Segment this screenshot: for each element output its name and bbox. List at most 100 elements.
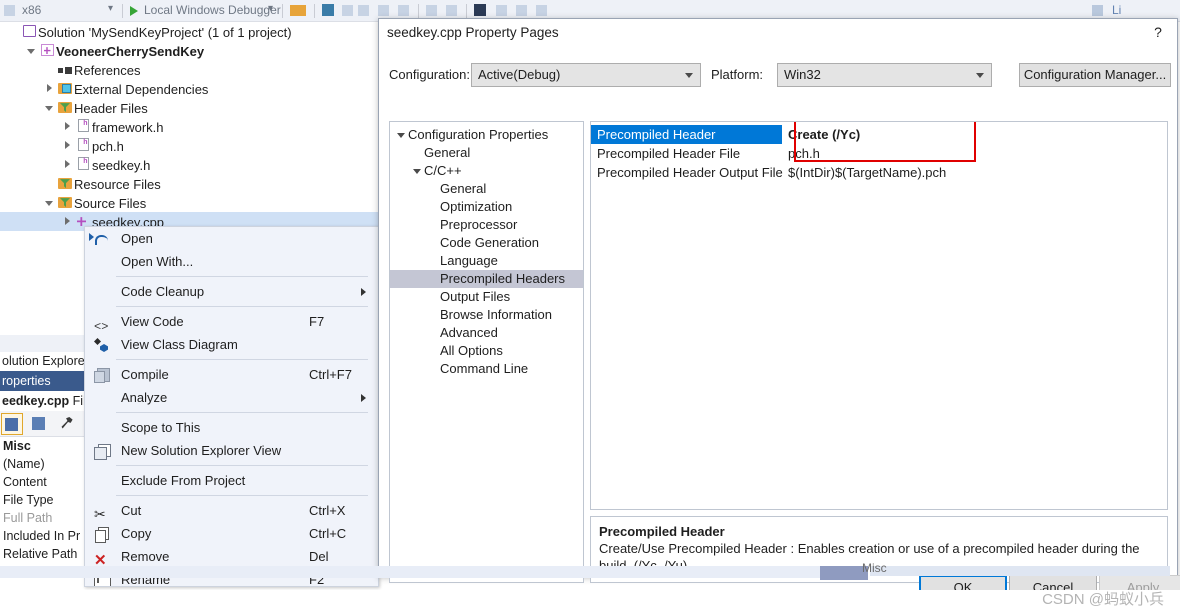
property-grid-row[interactable]: Precompiled Header File pch.h <box>591 144 1167 163</box>
context-menu[interactable]: Open Open With... Code Cleanup <> View Code F… <box>84 226 379 587</box>
menu-item-shortcut: Ctrl+X <box>309 503 346 518</box>
property-value[interactable]: $(IntDir)$(TargetName).pch <box>788 163 946 182</box>
menu-item[interactable]: Compile Ctrl+F7 <box>85 363 378 386</box>
platform-select[interactable]: Win32 <box>777 63 992 87</box>
menu-item-label: Remove <box>121 549 170 564</box>
properties-row[interactable]: File Type <box>0 491 90 509</box>
tree-twisty[interactable] <box>60 118 74 137</box>
solution-tree-item[interactable]: pch.h <box>0 133 380 156</box>
dialog-tree-label: Precompiled Headers <box>440 271 566 286</box>
configuration-select[interactable]: Active(Debug) <box>471 63 701 87</box>
dialog-tree-item[interactable]: Language <box>390 252 583 270</box>
solution-tree-item[interactable]: Resource Files <box>0 174 380 193</box>
property-value[interactable]: Create (/Yc) <box>788 125 860 144</box>
tree-twisty[interactable] <box>394 126 408 144</box>
tree-twisty[interactable] <box>42 99 56 118</box>
menu-item[interactable]: Code Cleanup <box>85 280 378 303</box>
description-title: Precompiled Header <box>599 524 725 539</box>
solution-explorer-tab[interactable]: olution Explore <box>0 352 90 371</box>
toolbar-debugger-label[interactable]: Local Windows Debugger <box>144 3 281 17</box>
solution-tree-item[interactable]: VeoneerCherrySendKey <box>0 41 380 60</box>
dialog-tree-item[interactable]: Advanced <box>390 324 583 342</box>
project-icon <box>38 42 56 61</box>
solution-tree-label: pch.h <box>92 139 124 155</box>
dialog-category-tree[interactable]: Configuration Properties General C/C++ Gene… <box>389 121 584 583</box>
property-pages-icon[interactable] <box>56 413 78 435</box>
solution-tree-label: Solution 'MySendKeyProject' (1 of 1 proj… <box>38 25 292 41</box>
solution-tree-item[interactable]: References <box>0 60 380 79</box>
menu-item-label: Exclude From Project <box>121 473 246 488</box>
menu-item[interactable]: New Solution Explorer View <box>85 439 378 462</box>
property-grid-row[interactable]: Precompiled Header Create (/Yc) <box>591 125 1167 144</box>
folder-icon <box>56 99 74 118</box>
tree-twisty[interactable] <box>60 213 74 232</box>
solution-tree-label: framework.h <box>92 120 164 136</box>
menu-item[interactable]: Scope to This <box>85 416 378 439</box>
dialog-tree-item[interactable]: Browse Information <box>390 306 583 324</box>
dialog-tree-item[interactable]: General <box>390 180 583 198</box>
dialog-tree-item[interactable]: Precompiled Headers <box>390 270 583 288</box>
menu-item-label: Open <box>121 231 153 246</box>
menu-item[interactable]: Open <box>85 227 378 250</box>
properties-row[interactable]: Relative Path <box>0 545 90 563</box>
dialog-tree-item[interactable]: C/C++ <box>390 162 583 180</box>
dialog-tree-label: Advanced <box>440 325 498 340</box>
help-icon[interactable]: ? <box>1149 23 1167 41</box>
tree-twisty[interactable] <box>24 42 38 61</box>
menu-item[interactable]: ✕ Remove Del <box>85 545 378 569</box>
configuration-manager-button[interactable]: Configuration Manager... <box>1019 63 1171 87</box>
solution-tree-item[interactable]: Source Files <box>0 193 380 212</box>
solution-tree-item[interactable]: Solution 'MySendKeyProject' (1 of 1 proj… <box>0 22 380 41</box>
properties-row[interactable]: Content <box>0 473 90 491</box>
dialog-tree-label: Command Line <box>440 361 529 376</box>
solution-tree-item[interactable]: framework.h <box>0 114 380 137</box>
alphabetical-icon[interactable] <box>29 413 51 435</box>
menu-item[interactable]: Open With... <box>85 250 378 273</box>
open-icon <box>94 231 110 247</box>
dialog-tree-item[interactable]: Preprocessor <box>390 216 583 234</box>
dialog-tree-item[interactable]: Optimization <box>390 198 583 216</box>
property-name: Precompiled Header <box>591 125 782 144</box>
menu-item-label: Copy <box>121 526 152 541</box>
chevron-right-icon <box>361 394 366 402</box>
dialog-tree-item[interactable]: Code Generation <box>390 234 583 252</box>
menu-item[interactable]: Exclude From Project <box>85 469 378 492</box>
dialog-property-grid[interactable]: Precompiled Header Create (/Yc) Precompile… <box>590 121 1168 510</box>
solution-tree-item[interactable]: seedkey.h <box>0 152 380 175</box>
tree-twisty[interactable] <box>42 194 56 213</box>
menu-item[interactable]: <> View Code F7 <box>85 310 378 334</box>
property-value[interactable]: pch.h <box>788 144 820 163</box>
solution-tree-label: seedkey.h <box>92 158 151 174</box>
categorized-icon[interactable] <box>1 413 23 435</box>
property-grid-row[interactable]: Precompiled Header Output File $(IntDir)$… <box>591 163 1167 182</box>
menu-item[interactable]: ✂ Cut Ctrl+X <box>85 499 378 522</box>
menu-item[interactable]: Copy Ctrl+C <box>85 522 378 545</box>
menu-separator <box>116 276 368 277</box>
properties-row[interactable]: Full Path <box>0 509 90 527</box>
menu-item[interactable]: View Class Diagram <box>85 333 378 356</box>
dialog-tree-item[interactable]: Output Files <box>390 288 583 306</box>
dialog-tree-item[interactable]: Configuration Properties <box>390 126 583 144</box>
menu-item-label: Open With... <box>121 254 194 269</box>
properties-group-row[interactable]: Misc <box>0 437 90 455</box>
properties-row[interactable]: Included In Pr <box>0 527 90 545</box>
toolbar-platform-label[interactable]: x86 <box>22 3 41 17</box>
menu-item[interactable]: Analyze <box>85 386 378 409</box>
menu-item-shortcut: Ctrl+C <box>309 526 347 541</box>
header-file-icon <box>74 152 92 175</box>
dialog-tree-item[interactable]: Command Line <box>390 360 583 378</box>
copy-icon <box>94 526 110 542</box>
menu-item-label: View Code <box>121 314 184 329</box>
dialog-tree-item[interactable]: General <box>390 144 583 162</box>
solution-tree-item[interactable]: Header Files <box>0 98 380 117</box>
screen-root: x86 ▾ Local Windows Debugger ▾ Li Soluti… <box>0 0 1180 613</box>
tree-twisty[interactable] <box>60 137 74 156</box>
menu-separator <box>116 412 368 413</box>
properties-row[interactable]: (Name) <box>0 455 90 473</box>
tree-twisty[interactable] <box>410 162 424 180</box>
dialog-tree-item[interactable]: All Options <box>390 342 583 360</box>
tree-twisty[interactable] <box>60 156 74 175</box>
dialog-tree-label: Configuration Properties <box>408 127 549 142</box>
tree-twisty[interactable] <box>42 80 56 99</box>
solution-tree-item[interactable]: External Dependencies <box>0 79 380 98</box>
